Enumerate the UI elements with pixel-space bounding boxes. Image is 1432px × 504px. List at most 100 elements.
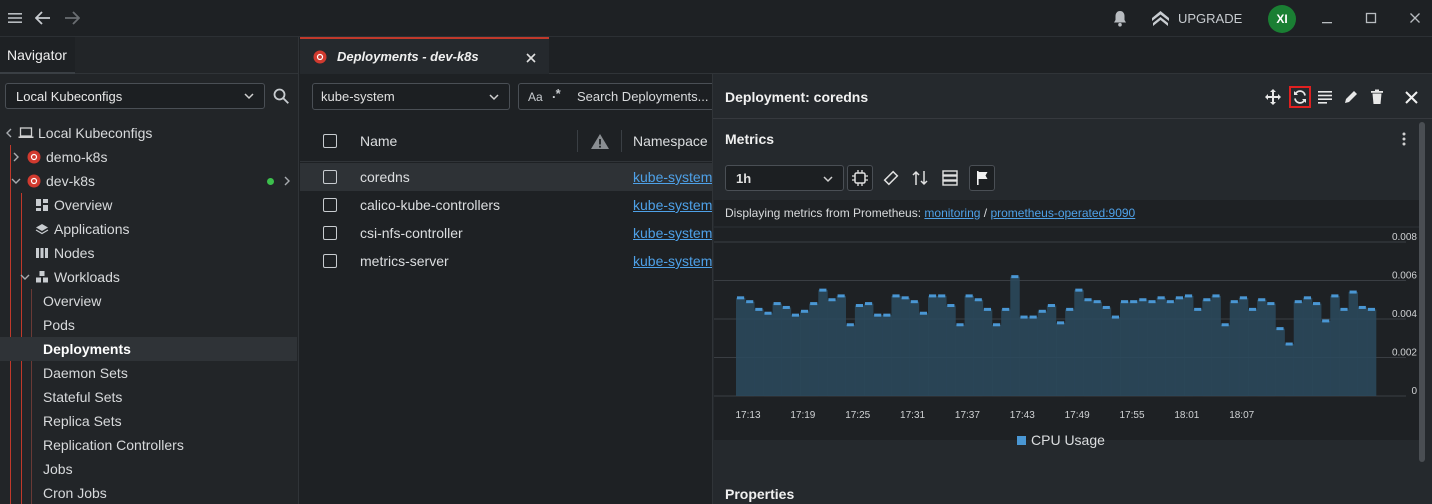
tree-item-stateful-sets[interactable]: Stateful Sets xyxy=(0,385,297,409)
logs-icon[interactable] xyxy=(1316,88,1334,106)
row-namespace-link[interactable]: kube-system xyxy=(633,169,712,185)
chart-bar xyxy=(955,324,965,396)
delete-trash-icon[interactable] xyxy=(1368,88,1386,106)
row-namespace-link[interactable]: kube-system xyxy=(633,197,712,213)
chart-bar xyxy=(864,303,874,396)
chart-bar-cap xyxy=(828,298,836,302)
chart-bar xyxy=(1165,301,1176,396)
prometheus-namespace-link[interactable]: monitoring xyxy=(924,206,980,220)
row-checkbox[interactable] xyxy=(323,254,337,268)
edit-pencil-icon[interactable] xyxy=(1342,88,1360,106)
prometheus-service-link[interactable]: prometheus-operated:9090 xyxy=(990,206,1135,220)
tree-item-deployments[interactable]: Deployments xyxy=(0,337,297,361)
hamburger-menu-icon[interactable] xyxy=(5,8,25,28)
tree-item-jobs[interactable]: Jobs xyxy=(0,457,297,481)
filesystem-metric-button[interactable] xyxy=(937,165,963,191)
chart-bar-cap xyxy=(892,294,900,298)
chart-bar xyxy=(1147,301,1157,396)
minimize-icon[interactable] xyxy=(1318,9,1336,27)
time-range-select[interactable]: 1h xyxy=(725,165,844,191)
table-header: Name Namespace xyxy=(300,120,712,162)
column-header-namespace[interactable]: Namespace xyxy=(633,133,708,149)
chart-bar xyxy=(882,315,892,396)
column-header-name[interactable]: Name xyxy=(360,133,397,149)
tab-label: Deployments - dev-k8s xyxy=(337,49,479,64)
tree-item-nodes[interactable]: Nodes xyxy=(0,241,297,265)
chart-legend[interactable]: CPU Usage xyxy=(1017,432,1105,448)
match-case-toggle[interactable]: Aa xyxy=(528,90,543,104)
memory-metric-button[interactable] xyxy=(878,165,904,191)
tree-item-label: Overview xyxy=(54,197,113,213)
maximize-icon[interactable] xyxy=(1362,9,1380,27)
more-vertical-icon[interactable] xyxy=(1400,131,1408,147)
table-row[interactable]: coredns kube-system xyxy=(300,163,712,191)
tree-item-workloads-overview[interactable]: Overview xyxy=(0,289,297,313)
tree-item-daemon-sets[interactable]: Daemon Sets xyxy=(0,361,297,385)
row-checkbox[interactable] xyxy=(323,226,337,240)
chart-bar-cap xyxy=(1249,307,1257,311)
tab-navigator[interactable]: Navigator xyxy=(0,37,75,74)
regex-toggle[interactable]: .* xyxy=(552,86,561,101)
forward-arrow-icon[interactable] xyxy=(62,8,82,28)
chart-bar xyxy=(1202,299,1212,396)
upgrade-button[interactable]: UPGRADE xyxy=(1151,8,1242,28)
x-tick-label: 18:07 xyxy=(1229,410,1254,421)
tree-item-overview[interactable]: Overview xyxy=(0,193,297,217)
tree-item-local-kubeconfigs[interactable]: Local Kubeconfigs xyxy=(0,121,297,145)
chart-bar xyxy=(1010,276,1020,396)
chart-bar xyxy=(763,313,773,396)
tree-item-demo-k8s[interactable]: demo-k8s xyxy=(0,145,297,169)
cpu-metric-button[interactable] xyxy=(847,165,873,191)
tree-item-pods[interactable]: Pods xyxy=(0,313,297,337)
details-scrollbar[interactable] xyxy=(1419,122,1425,462)
move-arrows-icon[interactable] xyxy=(1264,88,1282,106)
tree-item-applications[interactable]: Applications xyxy=(0,217,297,241)
tree-item-label: Overview xyxy=(43,293,102,309)
chevron-right-icon[interactable] xyxy=(282,176,292,186)
tree-item-replica-sets[interactable]: Replica Sets xyxy=(0,409,297,433)
table-row[interactable]: calico-kube-controllers kube-system xyxy=(300,191,712,219)
row-namespace-link[interactable]: kube-system xyxy=(633,253,712,269)
tree-item-workloads[interactable]: Workloads xyxy=(0,265,297,289)
namespace-select[interactable]: kube-system xyxy=(312,83,510,110)
chart-bar-cap xyxy=(773,302,781,306)
network-metric-button[interactable] xyxy=(907,165,933,191)
cpu-usage-chart: 0 0.002 0.004 0.006 0.008 17:13 17:19 17:25 17:3… xyxy=(714,228,1421,440)
x-tick-label: 17:25 xyxy=(845,410,870,421)
table-row[interactable]: csi-nfs-controller kube-system xyxy=(300,219,712,247)
chart-bar xyxy=(1211,295,1221,396)
table-row[interactable]: metrics-server kube-system xyxy=(300,247,712,275)
row-checkbox[interactable] xyxy=(323,198,337,212)
chart-bar xyxy=(736,297,746,396)
avatar[interactable]: XI xyxy=(1268,5,1296,33)
chart-bar-cap xyxy=(1313,302,1321,306)
chart-bar xyxy=(1312,303,1322,396)
cluster-icon xyxy=(27,174,41,188)
chart-bar xyxy=(790,315,801,396)
y-tick-label: 0.008 xyxy=(1392,232,1417,243)
close-icon[interactable] xyxy=(526,53,536,63)
row-checkbox[interactable] xyxy=(323,170,337,184)
close-icon[interactable] xyxy=(1402,88,1420,106)
deployments-search-field[interactable]: Aa .* Search Deployments... xyxy=(518,83,718,110)
tree-item-replication-controllers[interactable]: Replication Controllers xyxy=(0,433,297,457)
chart-bar-cap xyxy=(1102,305,1110,309)
search-icon[interactable] xyxy=(272,87,290,105)
tree-item-cron-jobs[interactable]: Cron Jobs xyxy=(0,481,297,504)
row-namespace-link[interactable]: kube-system xyxy=(633,225,712,241)
tab-deployments[interactable]: Deployments - dev-k8s xyxy=(300,37,549,74)
restart-icon[interactable] xyxy=(1289,86,1311,108)
close-window-icon[interactable] xyxy=(1406,9,1424,27)
chart-bar-cap xyxy=(1303,296,1311,300)
cpu-chip-icon xyxy=(852,170,868,186)
events-metric-button[interactable] xyxy=(969,165,995,191)
bell-icon[interactable] xyxy=(1110,8,1130,28)
kubeconfig-select[interactable]: Local Kubeconfigs xyxy=(5,83,265,109)
column-divider[interactable] xyxy=(577,130,578,152)
select-all-checkbox[interactable] xyxy=(323,134,337,148)
chart-bar xyxy=(1321,320,1331,396)
column-divider[interactable] xyxy=(621,130,622,152)
tree-item-dev-k8s[interactable]: dev-k8s xyxy=(0,169,297,193)
chart-bar-cap xyxy=(1212,294,1220,298)
back-arrow-icon[interactable] xyxy=(33,8,53,28)
